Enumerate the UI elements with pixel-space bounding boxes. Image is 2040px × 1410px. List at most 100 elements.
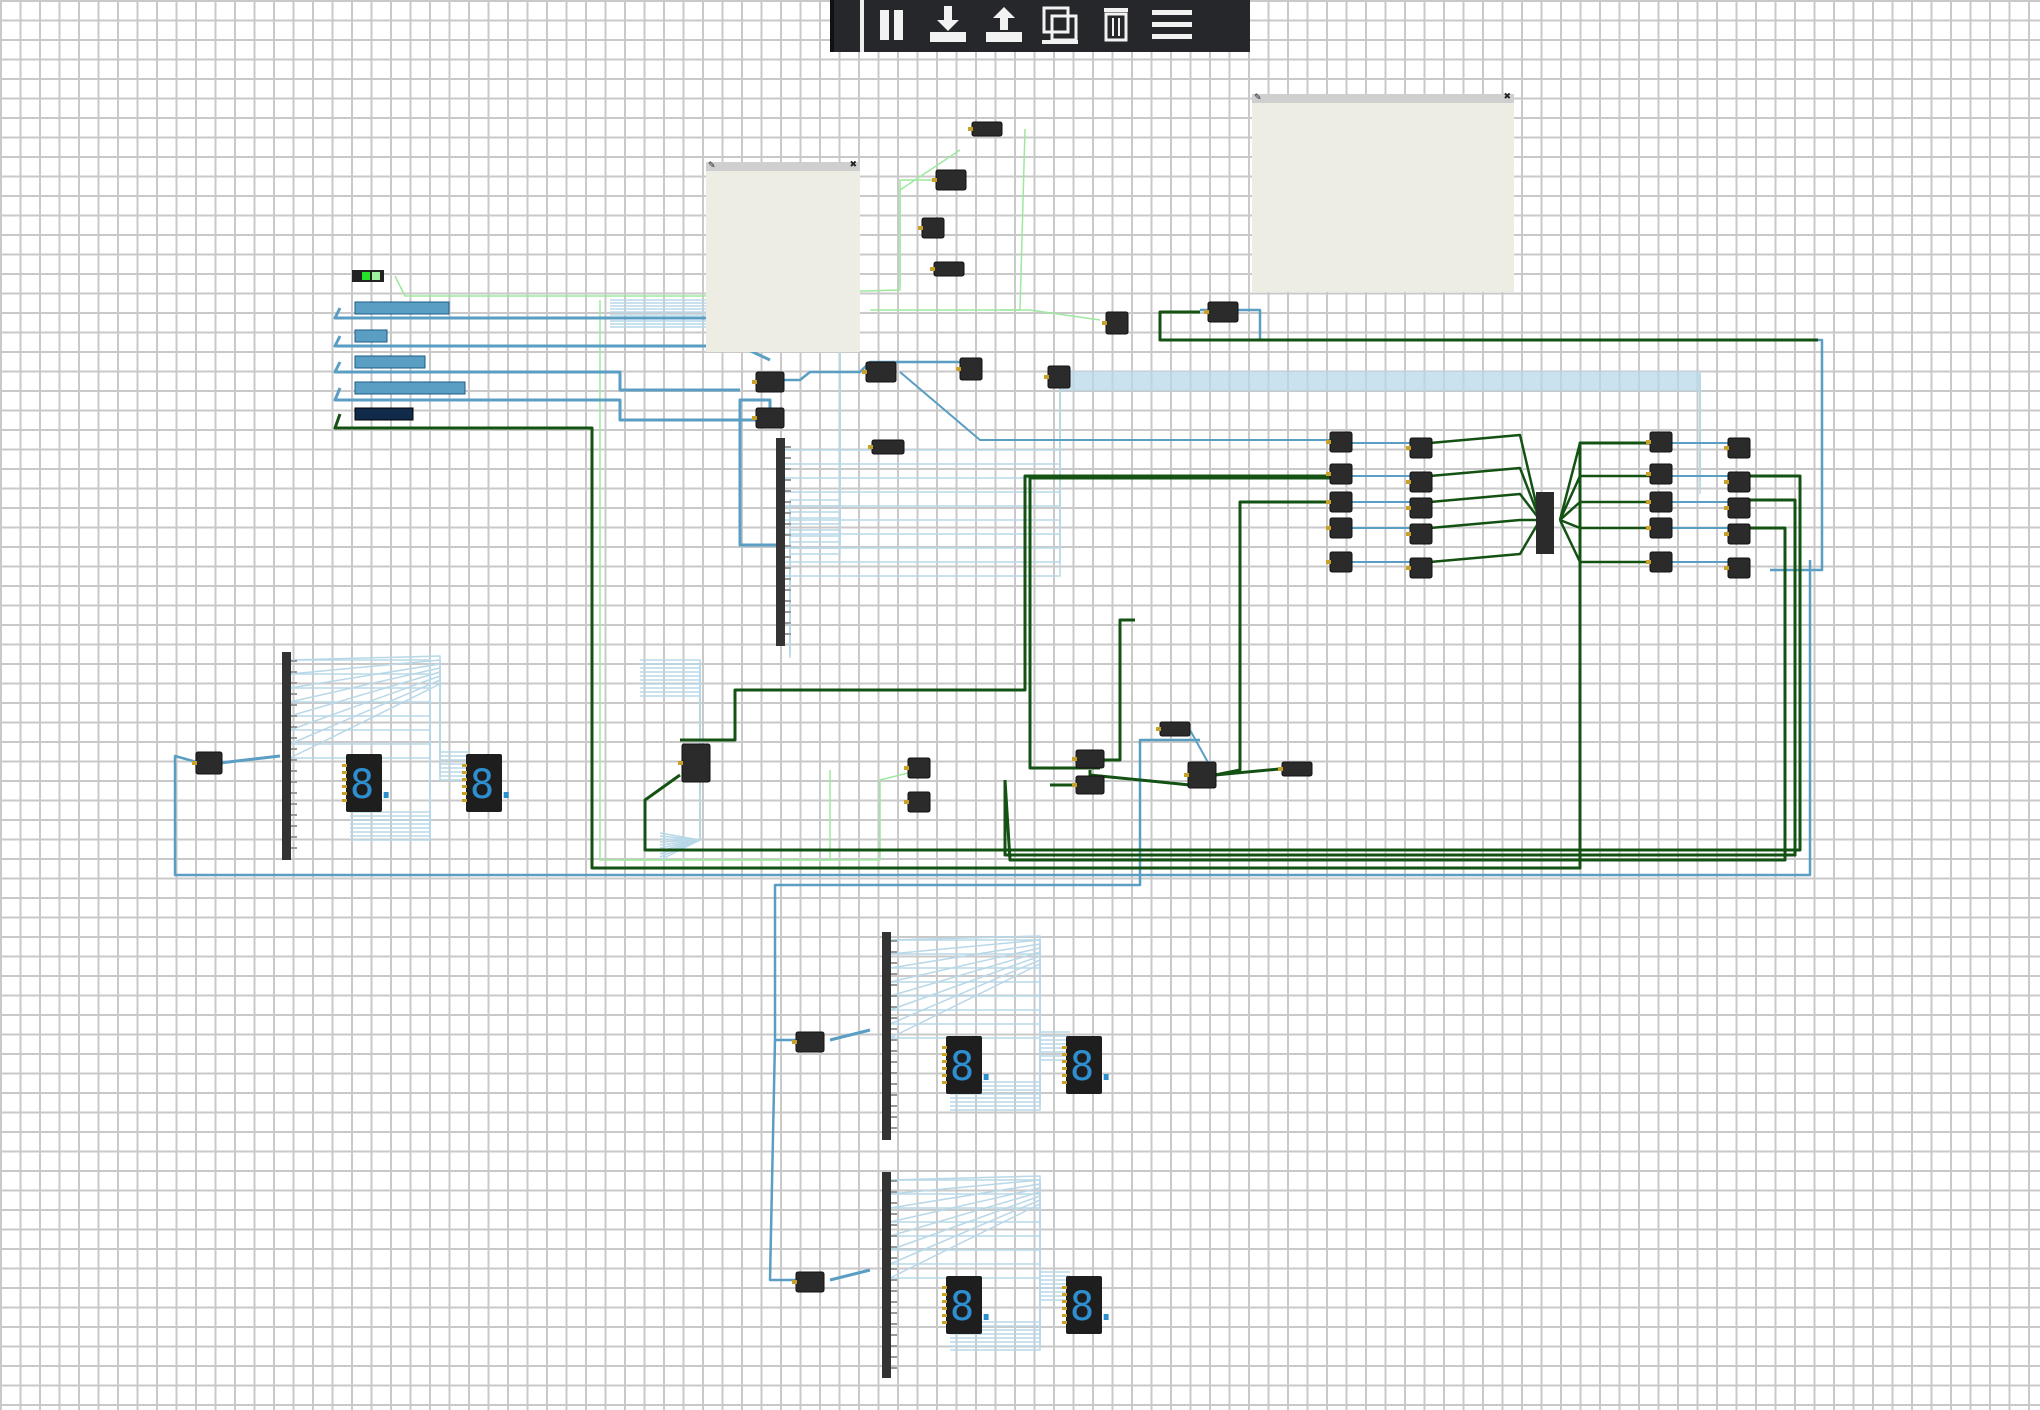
pause-button[interactable] [864, 0, 920, 52]
pin [942, 1300, 947, 1303]
logic-gate[interactable] [1409, 557, 1433, 579]
pin [462, 764, 467, 767]
splitter-bus[interactable] [882, 932, 891, 1140]
logic-gate[interactable] [1727, 471, 1751, 493]
logic-gate[interactable] [907, 757, 931, 779]
logic-gate[interactable] [1409, 471, 1433, 493]
pin [904, 766, 909, 770]
pin [942, 1286, 947, 1289]
logic-gate[interactable] [1075, 775, 1105, 795]
pin [942, 1046, 947, 1049]
logic-gate[interactable] [1409, 437, 1433, 459]
logic-gate[interactable] [1727, 523, 1751, 545]
menu-button[interactable] [1144, 0, 1200, 52]
bus-pin [785, 490, 791, 492]
editor-panel-left[interactable]: ✎ ✖ [706, 161, 860, 352]
pin [1062, 1314, 1067, 1317]
logic-gate[interactable] [865, 361, 897, 383]
bus-pin [891, 1301, 897, 1303]
logic-gate[interactable] [871, 439, 905, 455]
logic-gate[interactable] [1649, 431, 1673, 453]
pin [1406, 566, 1411, 570]
panel-title-bar[interactable]: ✎ ✖ [706, 161, 860, 171]
logic-gate[interactable] [933, 261, 965, 277]
logic-gate[interactable] [1649, 491, 1673, 513]
editor-panel-right[interactable]: ✎ ✖ [1252, 93, 1514, 292]
logic-gate[interactable] [795, 1031, 825, 1053]
logic-gate[interactable] [755, 407, 785, 429]
logic-gate[interactable] [1329, 491, 1353, 513]
logic-gate[interactable] [1047, 365, 1071, 389]
logic-gate[interactable] [1409, 523, 1433, 545]
splitter-bus[interactable] [282, 652, 291, 860]
logic-gate[interactable] [1187, 761, 1217, 789]
logic-gate[interactable] [959, 357, 983, 381]
logic-gate[interactable] [1649, 517, 1673, 539]
multiplexer[interactable] [1536, 492, 1554, 554]
close-icon[interactable]: ✖ [1503, 93, 1511, 102]
logic-gate[interactable] [1329, 551, 1353, 573]
close-icon[interactable]: ✖ [849, 161, 857, 170]
logic-gate[interactable] [1727, 557, 1751, 579]
bus-pin [291, 726, 297, 728]
logic-gate[interactable] [1727, 437, 1751, 459]
circuit-canvas[interactable]: 8. 8. 8. 8. 8. 8. [0, 0, 2040, 1410]
bus-pin [891, 1028, 897, 1030]
logic-gate[interactable] [1727, 497, 1751, 519]
input-register[interactable] [354, 301, 450, 315]
upload-button[interactable] [976, 0, 1032, 52]
seven-segment-digit: 8. [1070, 1284, 1118, 1330]
logic-gate[interactable] [971, 121, 1003, 137]
pin [1406, 506, 1411, 510]
pin [1102, 321, 1107, 325]
download-button[interactable] [920, 0, 976, 52]
logic-gate[interactable] [1409, 497, 1433, 519]
logic-gate[interactable] [1329, 431, 1353, 453]
bus-pin [891, 1312, 897, 1314]
bus-pin [785, 611, 791, 613]
pin [932, 178, 937, 182]
pin [942, 1307, 947, 1310]
input-register[interactable] [354, 355, 426, 369]
logic-gate[interactable] [907, 791, 931, 813]
delete-button[interactable] [1088, 0, 1144, 52]
layers-icon [1042, 6, 1078, 44]
logic-gate[interactable] [755, 371, 785, 393]
logic-gate[interactable] [1649, 551, 1673, 573]
edit-icon[interactable]: ✎ [1254, 94, 1262, 103]
bus-pin [291, 770, 297, 772]
logic-gate[interactable] [1281, 761, 1313, 777]
logic-gate[interactable] [1649, 463, 1673, 485]
logic-gate[interactable] [1329, 517, 1353, 539]
bus-pin [891, 1094, 897, 1096]
logic-gate[interactable] [1105, 311, 1129, 335]
bus-pin [785, 545, 791, 547]
pin [1326, 526, 1331, 530]
logic-gate[interactable] [681, 743, 711, 783]
pin [1646, 440, 1651, 444]
panel-title-bar[interactable]: ✎ ✖ [1252, 93, 1514, 103]
logic-gate[interactable] [195, 751, 223, 775]
input-register[interactable] [354, 329, 388, 343]
wire [289, 671, 470, 765]
logic-gate[interactable] [1207, 301, 1239, 323]
edit-icon[interactable]: ✎ [708, 162, 716, 171]
logic-gate[interactable] [935, 169, 967, 191]
wire [1000, 309, 1101, 321]
bus-pin [785, 589, 791, 591]
screenshot-button[interactable] [1032, 0, 1088, 52]
pin [1724, 480, 1729, 484]
logic-gate[interactable] [1159, 721, 1191, 737]
splitter-bus[interactable] [882, 1172, 891, 1378]
splitter-bus[interactable] [776, 438, 785, 646]
bus-pin [291, 836, 297, 838]
logic-gate[interactable] [1329, 463, 1353, 485]
input-register[interactable] [354, 407, 414, 421]
logic-gate[interactable] [921, 217, 945, 239]
pin [1062, 1300, 1067, 1303]
pin [1326, 500, 1331, 504]
logic-gate[interactable] [795, 1271, 825, 1293]
input-register[interactable] [354, 381, 466, 395]
pin [956, 367, 961, 371]
logic-gate[interactable] [1075, 749, 1105, 769]
